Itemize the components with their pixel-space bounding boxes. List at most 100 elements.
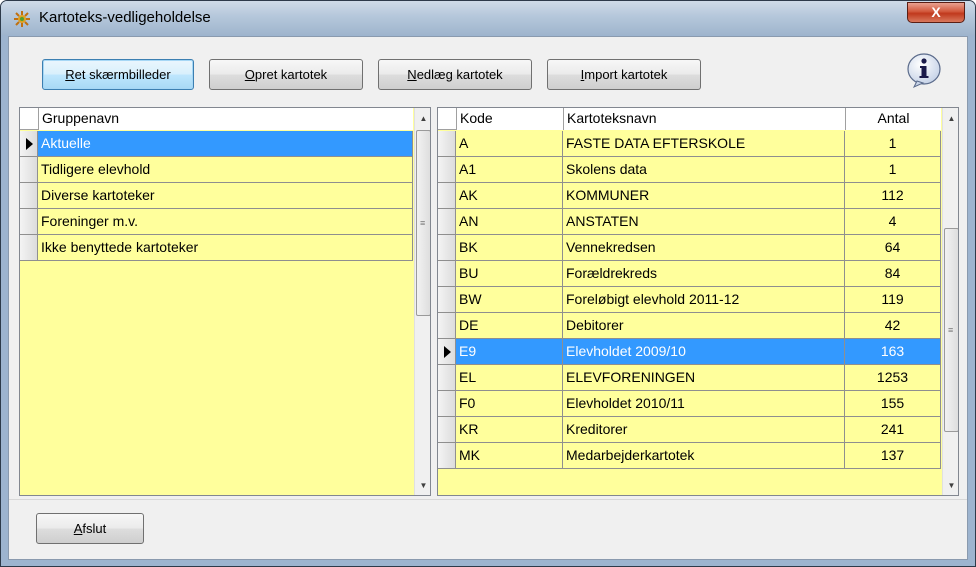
file-count-cell[interactable]: 4 xyxy=(845,209,941,235)
file-code-cell[interactable]: A1 xyxy=(456,157,563,183)
file-code-cell[interactable]: BW xyxy=(456,287,563,313)
row-indicator[interactable] xyxy=(438,287,456,313)
file-row[interactable]: E9 Elevholdet 2009/10 163 xyxy=(438,339,941,365)
exit-button[interactable]: Afslut xyxy=(36,513,144,544)
row-indicator[interactable] xyxy=(438,313,456,339)
row-indicator[interactable] xyxy=(438,443,456,469)
file-code-cell[interactable]: DE xyxy=(456,313,563,339)
file-name-cell[interactable]: Forældrekreds xyxy=(563,261,845,287)
row-indicator[interactable] xyxy=(438,391,456,417)
row-indicator[interactable] xyxy=(438,417,456,443)
file-name-cell[interactable]: ANSTATEN xyxy=(563,209,845,235)
file-row[interactable]: BK Vennekredsen 64 xyxy=(438,235,941,261)
groups-grid[interactable]: Gruppenavn Aktuelle Tidligere elevhold Div… xyxy=(19,107,431,496)
file-count-cell[interactable]: 1 xyxy=(845,131,941,157)
file-count-cell[interactable]: 163 xyxy=(845,339,941,365)
row-indicator[interactable] xyxy=(438,339,456,365)
file-row[interactable]: BU Forældrekreds 84 xyxy=(438,261,941,287)
column-header-count[interactable]: Antal xyxy=(845,108,941,130)
file-count-cell[interactable]: 119 xyxy=(845,287,941,313)
group-name-cell[interactable]: Aktuelle xyxy=(38,131,413,157)
file-count-cell[interactable]: 1 xyxy=(845,157,941,183)
file-code-cell[interactable]: AN xyxy=(456,209,563,235)
group-row[interactable]: Tidligere elevhold xyxy=(20,157,413,183)
file-row[interactable]: DE Debitorer 42 xyxy=(438,313,941,339)
file-code-cell[interactable]: KR xyxy=(456,417,563,443)
files-grid[interactable]: Kode Kartoteksnavn Antal A FASTE DATA EFT… xyxy=(437,107,959,496)
scroll-down-arrow-icon[interactable]: ▼ xyxy=(415,477,430,494)
close-button[interactable]: X xyxy=(907,2,965,23)
row-indicator[interactable] xyxy=(438,235,456,261)
column-header-group-name[interactable]: Gruppenavn xyxy=(38,108,413,130)
row-indicator[interactable] xyxy=(20,183,38,209)
file-count-cell[interactable]: 155 xyxy=(845,391,941,417)
info-icon[interactable] xyxy=(905,51,943,89)
row-indicator[interactable] xyxy=(438,365,456,391)
group-row[interactable]: Foreninger m.v. xyxy=(20,209,413,235)
row-indicator[interactable] xyxy=(438,131,456,157)
group-name-cell[interactable]: Diverse kartoteker xyxy=(38,183,413,209)
column-header-file-name[interactable]: Kartoteksnavn xyxy=(563,108,845,130)
scroll-down-arrow-icon[interactable]: ▼ xyxy=(943,477,958,494)
row-indicator[interactable] xyxy=(438,209,456,235)
group-row[interactable]: Aktuelle xyxy=(20,131,413,157)
file-code-cell[interactable]: E9 xyxy=(456,339,563,365)
file-code-cell[interactable]: EL xyxy=(456,365,563,391)
file-name-cell[interactable]: Elevholdet 2009/10 xyxy=(563,339,845,365)
file-count-cell[interactable]: 42 xyxy=(845,313,941,339)
file-count-cell[interactable]: 241 xyxy=(845,417,941,443)
file-name-cell[interactable]: FASTE DATA EFTERSKOLE xyxy=(563,131,845,157)
scroll-up-arrow-icon[interactable]: ▲ xyxy=(415,110,430,127)
file-code-cell[interactable]: BU xyxy=(456,261,563,287)
file-count-cell[interactable]: 84 xyxy=(845,261,941,287)
file-row[interactable]: EL ELEVFORENINGEN 1253 xyxy=(438,365,941,391)
file-row[interactable]: KR Kreditorer 241 xyxy=(438,417,941,443)
group-name-cell[interactable]: Ikke benyttede kartoteker xyxy=(38,235,413,261)
file-name-cell[interactable]: Debitorer xyxy=(563,313,845,339)
row-indicator[interactable] xyxy=(20,235,38,261)
group-name-cell[interactable]: Tidligere elevhold xyxy=(38,157,413,183)
file-code-cell[interactable]: MK xyxy=(456,443,563,469)
file-row[interactable]: BW Foreløbigt elevhold 2011-12 119 xyxy=(438,287,941,313)
file-code-cell[interactable]: A xyxy=(456,131,563,157)
file-count-cell[interactable]: 1253 xyxy=(845,365,941,391)
row-indicator[interactable] xyxy=(438,261,456,287)
file-name-cell[interactable]: Elevholdet 2010/11 xyxy=(563,391,845,417)
file-name-cell[interactable]: Foreløbigt elevhold 2011-12 xyxy=(563,287,845,313)
file-name-cell[interactable]: Vennekredsen xyxy=(563,235,845,261)
file-row[interactable]: A FASTE DATA EFTERSKOLE 1 xyxy=(438,131,941,157)
refresh-screens-button[interactable]: Ret skærmbilleder xyxy=(42,59,194,90)
file-code-cell[interactable]: BK xyxy=(456,235,563,261)
group-row[interactable]: Diverse kartoteker xyxy=(20,183,413,209)
files-vertical-scrollbar[interactable]: ▲ ≡ ▼ xyxy=(942,108,958,495)
file-name-cell[interactable]: Kreditorer xyxy=(563,417,845,443)
file-name-cell[interactable]: Skolens data xyxy=(563,157,845,183)
file-count-cell[interactable]: 112 xyxy=(845,183,941,209)
file-code-cell[interactable]: F0 xyxy=(456,391,563,417)
file-row[interactable]: A1 Skolens data 1 xyxy=(438,157,941,183)
row-indicator[interactable] xyxy=(20,209,38,235)
file-row[interactable]: AN ANSTATEN 4 xyxy=(438,209,941,235)
file-row[interactable]: AK KOMMUNER 112 xyxy=(438,183,941,209)
row-indicator[interactable] xyxy=(438,157,456,183)
import-file-button[interactable]: Import kartotek xyxy=(547,59,701,90)
scroll-up-arrow-icon[interactable]: ▲ xyxy=(943,110,958,127)
file-name-cell[interactable]: KOMMUNER xyxy=(563,183,845,209)
file-count-cell[interactable]: 137 xyxy=(845,443,941,469)
column-header-code[interactable]: Kode xyxy=(456,108,563,130)
group-row[interactable]: Ikke benyttede kartoteker xyxy=(20,235,413,261)
file-name-cell[interactable]: Medarbejderkartotek xyxy=(563,443,845,469)
scroll-thumb[interactable]: ≡ xyxy=(416,130,430,316)
scroll-thumb[interactable]: ≡ xyxy=(944,228,958,432)
file-row[interactable]: F0 Elevholdet 2010/11 155 xyxy=(438,391,941,417)
row-indicator[interactable] xyxy=(20,131,38,157)
file-code-cell[interactable]: AK xyxy=(456,183,563,209)
group-name-cell[interactable]: Foreninger m.v. xyxy=(38,209,413,235)
row-indicator[interactable] xyxy=(20,157,38,183)
file-count-cell[interactable]: 64 xyxy=(845,235,941,261)
create-file-button[interactable]: Opret kartotek xyxy=(209,59,363,90)
delete-file-button[interactable]: Nedlæg kartotek xyxy=(378,59,532,90)
row-indicator[interactable] xyxy=(438,183,456,209)
groups-vertical-scrollbar[interactable]: ▲ ≡ ▼ xyxy=(414,108,430,495)
file-name-cell[interactable]: ELEVFORENINGEN xyxy=(563,365,845,391)
